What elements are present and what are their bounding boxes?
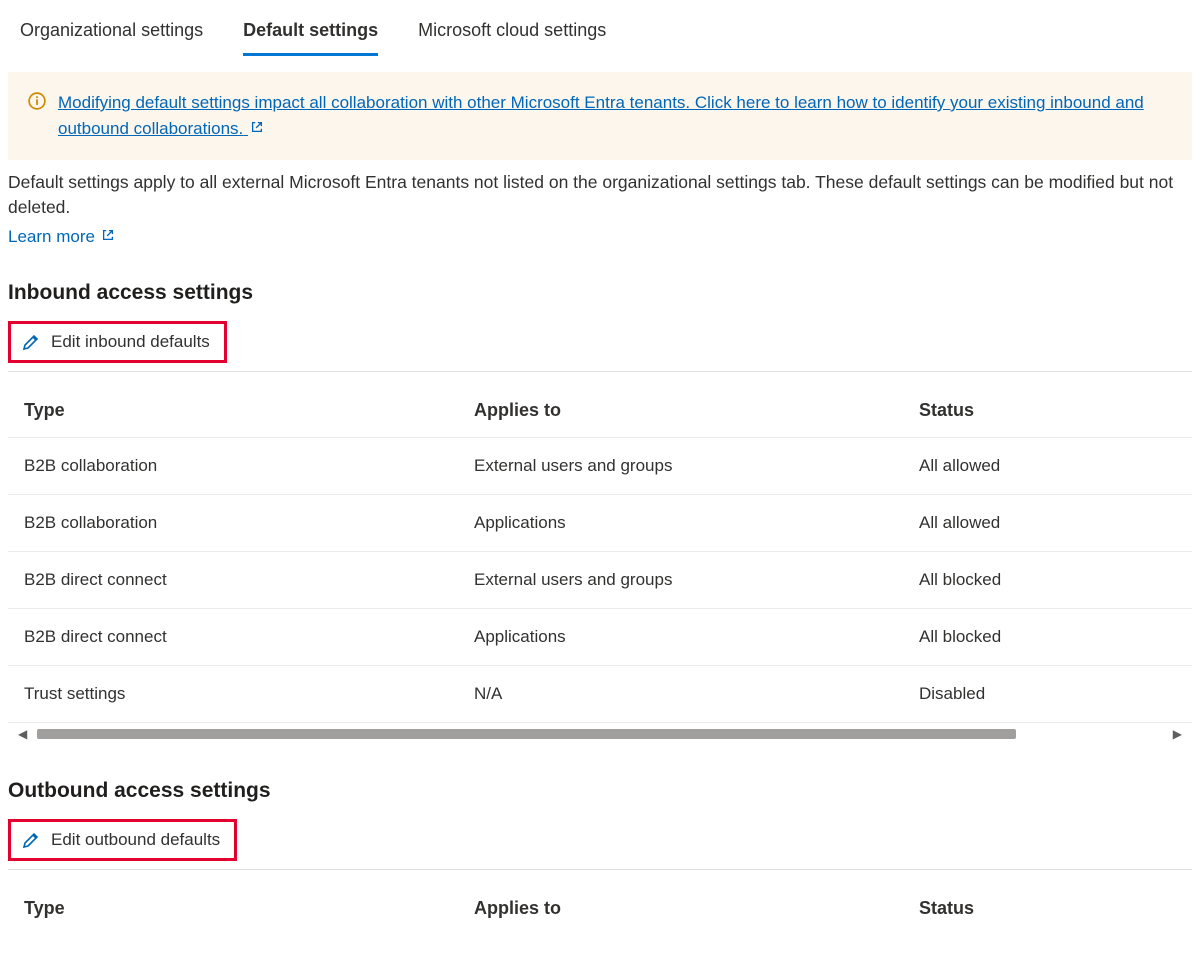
edit-inbound-defaults-button[interactable]: Edit inbound defaults xyxy=(8,321,227,363)
cell-type: B2B collaboration xyxy=(24,456,474,476)
tab-microsoft-cloud-settings[interactable]: Microsoft cloud settings xyxy=(418,20,606,56)
table-row[interactable]: B2B direct connect External users and gr… xyxy=(8,551,1192,608)
col-status: Status xyxy=(919,898,1176,919)
tab-organizational-settings[interactable]: Organizational settings xyxy=(20,20,203,56)
outbound-table: Type Applies to Status xyxy=(8,869,1192,935)
cell-applies: External users and groups xyxy=(474,456,919,476)
table-header-row: Type Applies to Status xyxy=(8,371,1192,437)
col-type: Type xyxy=(24,400,474,421)
edit-inbound-label: Edit inbound defaults xyxy=(51,332,210,352)
cell-applies: External users and groups xyxy=(474,570,919,590)
scroll-right-icon[interactable]: ▶ xyxy=(1169,727,1186,741)
tab-bar: Organizational settings Default settings… xyxy=(0,0,1200,56)
cell-status: Disabled xyxy=(919,684,1176,704)
cell-status: All blocked xyxy=(919,627,1176,647)
external-link-icon xyxy=(101,227,115,247)
table-row[interactable]: B2B collaboration Applications All allow… xyxy=(8,494,1192,551)
cell-status: All allowed xyxy=(919,513,1176,533)
info-banner: Modifying default settings impact all co… xyxy=(8,72,1192,160)
horizontal-scrollbar[interactable]: ◀ ▶ xyxy=(8,722,1192,745)
learn-more-label: Learn more xyxy=(8,227,95,247)
table-row[interactable]: B2B collaboration External users and gro… xyxy=(8,437,1192,494)
cell-type: B2B direct connect xyxy=(24,570,474,590)
banner-link[interactable]: Modifying default settings impact all co… xyxy=(58,90,1172,142)
scrollbar-thumb[interactable] xyxy=(37,729,1016,739)
col-applies-to: Applies to xyxy=(474,400,919,421)
cell-type: B2B collaboration xyxy=(24,513,474,533)
outbound-section-title: Outbound access settings xyxy=(8,779,1192,803)
learn-more-link[interactable]: Learn more xyxy=(8,227,115,247)
cell-applies: Applications xyxy=(474,627,919,647)
table-row[interactable]: Trust settings N/A Disabled xyxy=(8,665,1192,722)
cell-status: All allowed xyxy=(919,456,1176,476)
scroll-left-icon[interactable]: ◀ xyxy=(14,727,31,741)
col-status: Status xyxy=(919,400,1176,421)
page-description: Default settings apply to all external M… xyxy=(8,170,1192,221)
cell-status: All blocked xyxy=(919,570,1176,590)
cell-type: Trust settings xyxy=(24,684,474,704)
col-type: Type xyxy=(24,898,474,919)
table-header-row: Type Applies to Status xyxy=(8,869,1192,935)
cell-applies: N/A xyxy=(474,684,919,704)
external-link-icon xyxy=(250,116,264,142)
scrollbar-track[interactable] xyxy=(37,729,1163,739)
edit-outbound-defaults-button[interactable]: Edit outbound defaults xyxy=(8,819,237,861)
inbound-table: Type Applies to Status B2B collaboration… xyxy=(8,371,1192,745)
banner-text: Modifying default settings impact all co… xyxy=(58,93,1144,138)
pencil-icon xyxy=(21,332,41,352)
pencil-icon xyxy=(21,830,41,850)
info-icon xyxy=(28,92,46,110)
tab-default-settings[interactable]: Default settings xyxy=(243,20,378,56)
cell-type: B2B direct connect xyxy=(24,627,474,647)
col-applies-to: Applies to xyxy=(474,898,919,919)
inbound-section-title: Inbound access settings xyxy=(8,281,1192,305)
cell-applies: Applications xyxy=(474,513,919,533)
table-row[interactable]: B2B direct connect Applications All bloc… xyxy=(8,608,1192,665)
edit-outbound-label: Edit outbound defaults xyxy=(51,830,220,850)
